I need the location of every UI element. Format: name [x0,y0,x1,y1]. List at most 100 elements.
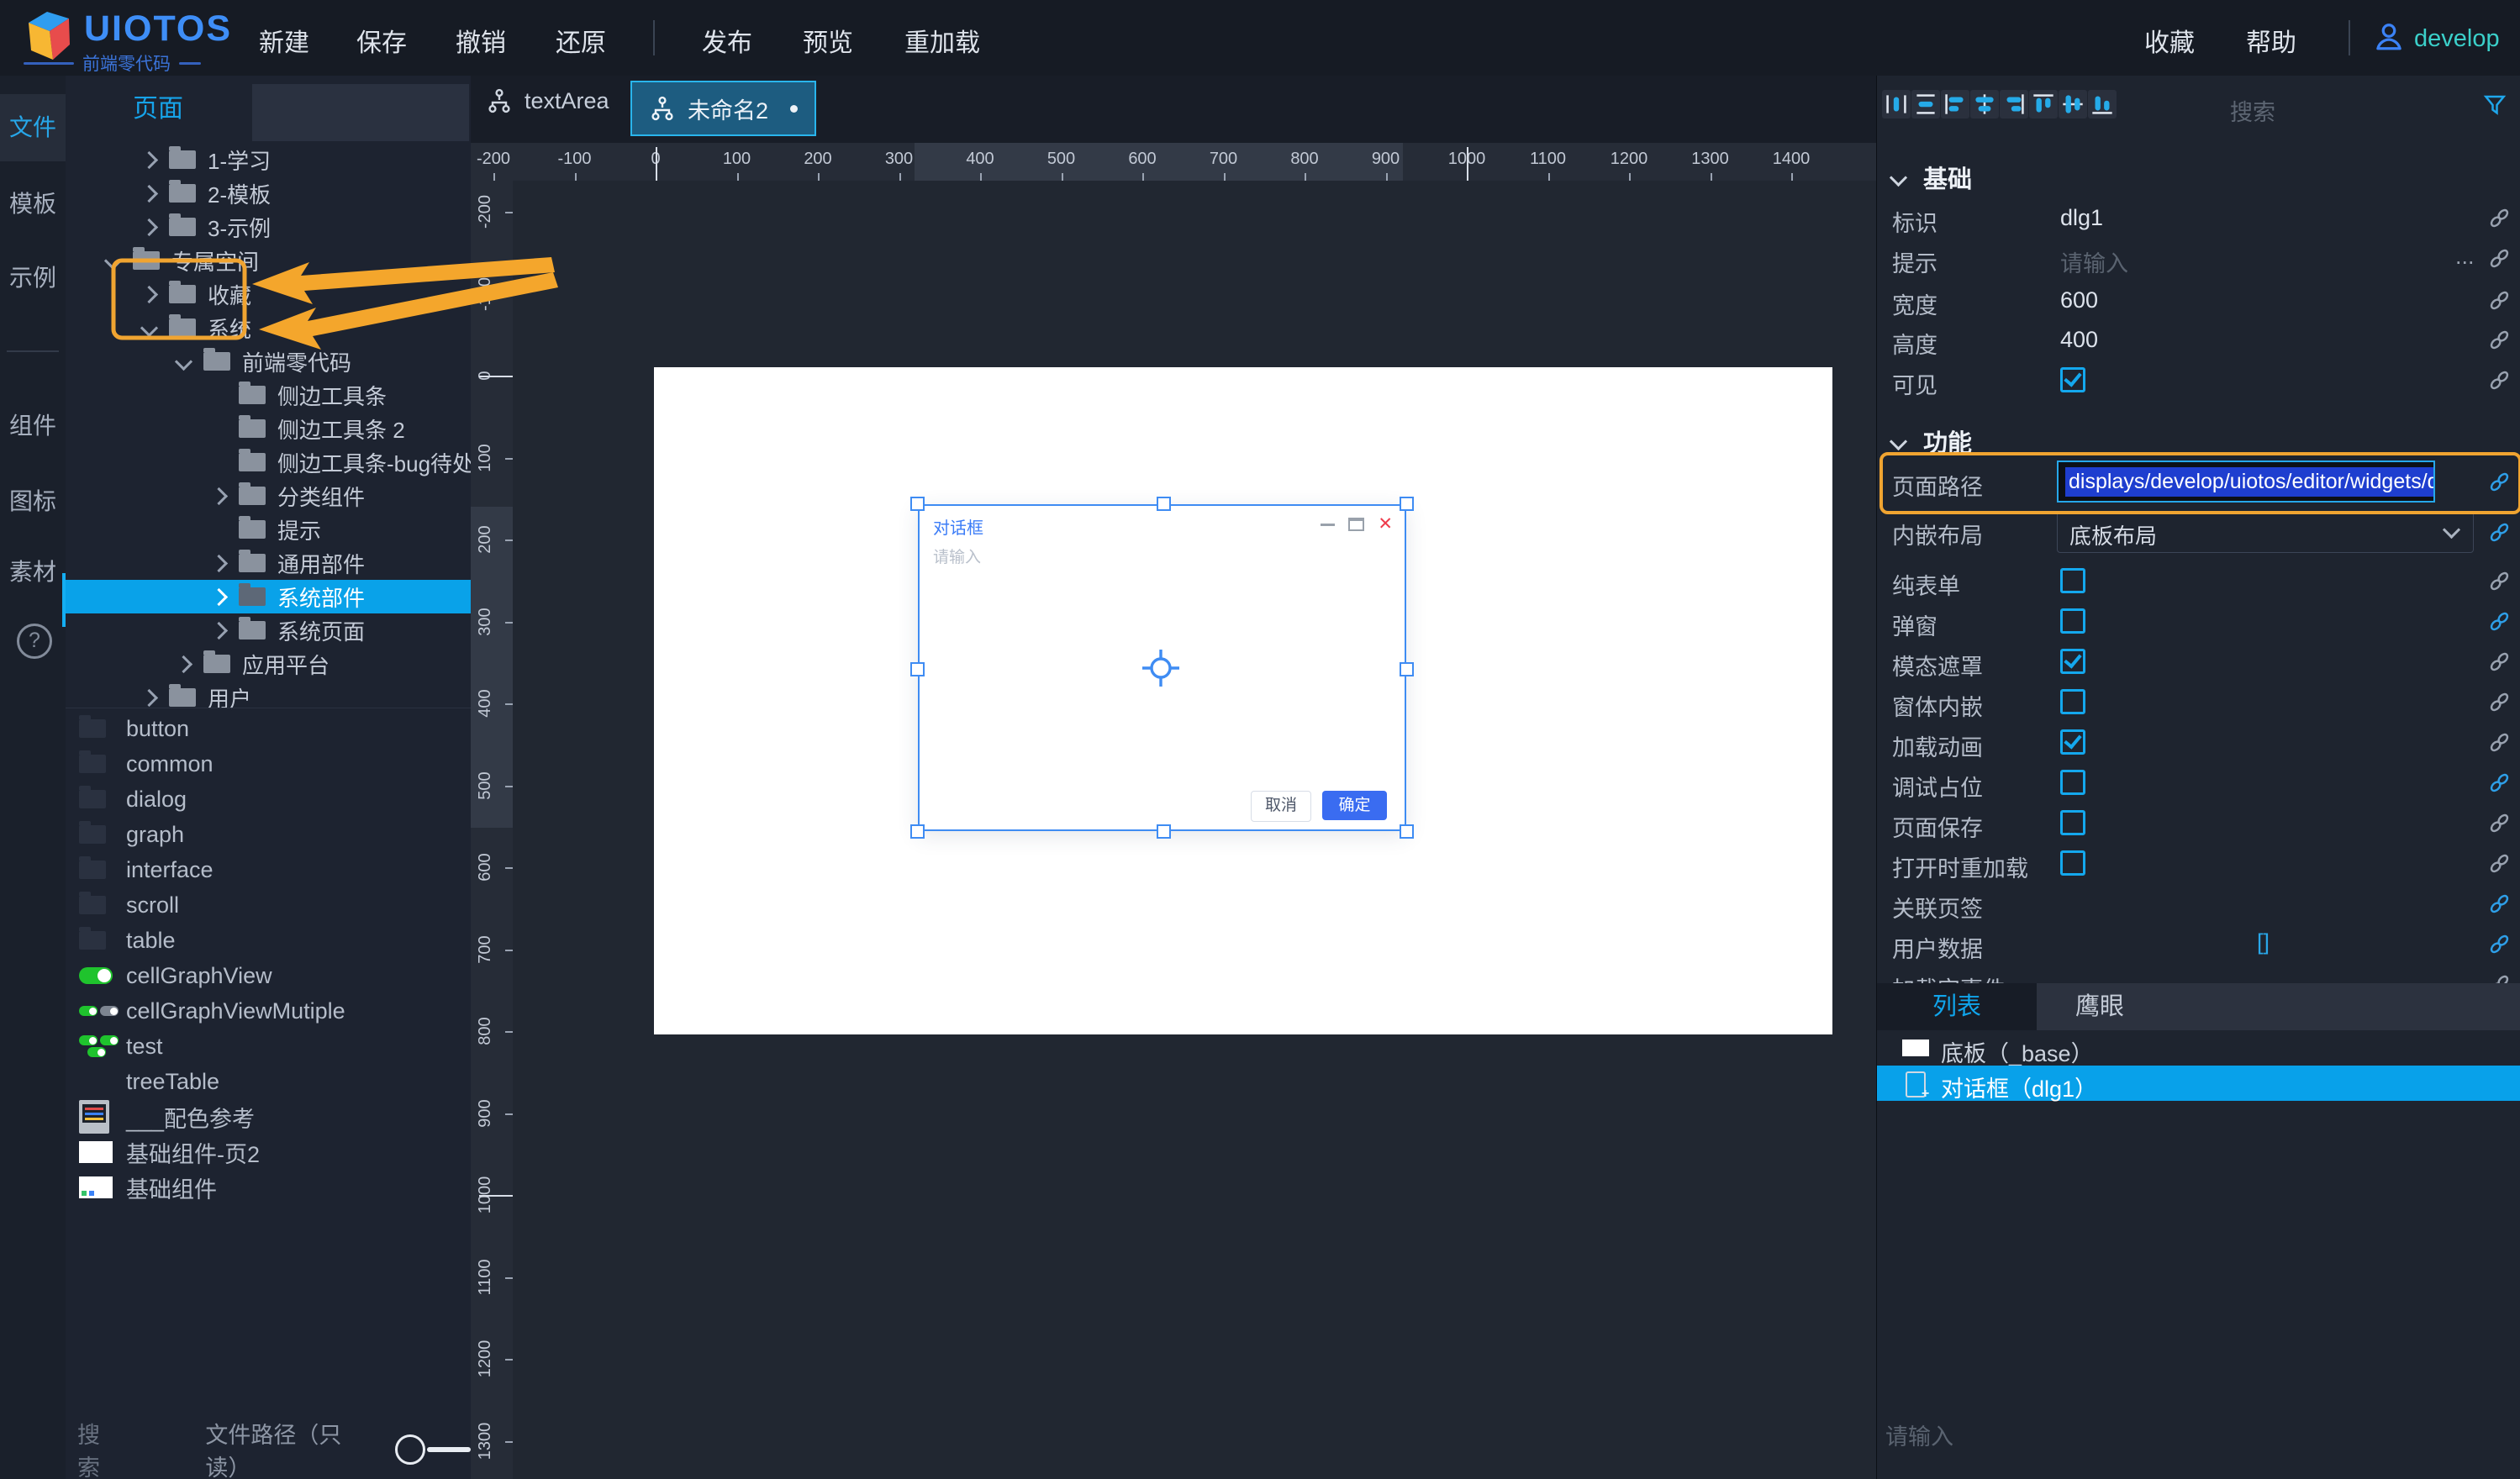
distribute-horizontal-icon[interactable] [1882,90,1911,118]
tab-list-active[interactable]: 列表 [1877,983,2037,1030]
align-top-icon[interactable] [2029,90,2058,118]
menu-preview[interactable]: 预览 [803,22,853,59]
sidebar-item-files[interactable]: 文件 [0,94,66,161]
ellipsis-button[interactable]: ... [2455,244,2475,270]
component-item[interactable]: graph [66,817,471,852]
layer-item-dialog-selected[interactable]: 对话框（dlg1） [1877,1066,2520,1101]
window-embed-checkbox[interactable] [2060,689,2085,714]
resize-handle-nw[interactable] [910,497,925,511]
component-item[interactable]: common [66,746,471,782]
component-item[interactable]: cellGraphView [66,958,471,993]
zoom-slider[interactable] [395,1434,471,1465]
resize-handle-e[interactable] [1400,662,1414,676]
height-value[interactable]: 400 [2060,327,2098,353]
align-center-vertical-icon[interactable] [2059,90,2087,118]
menu-undo[interactable]: 撤销 [456,22,506,59]
component-item[interactable]: dialog [66,782,471,817]
tree-item[interactable]: 提示 [66,513,471,546]
component-item[interactable]: ___配色参考 [66,1099,471,1134]
tree-item[interactable]: 2-模板 [66,176,471,210]
slider-knob[interactable] [395,1434,425,1465]
link-icon[interactable] [2488,207,2511,229]
layout-select[interactable]: 底板布局 [2057,511,2474,553]
menu-new[interactable]: 新建 [259,22,309,59]
page-save-checkbox[interactable] [2060,810,2085,835]
resize-handle-n[interactable] [1157,497,1171,511]
tree-item[interactable]: 1-学习 [66,143,471,176]
tree-search-label[interactable]: 搜索 [77,1417,113,1479]
chevron-right-icon[interactable] [140,150,158,168]
resize-handle-sw[interactable] [910,824,925,839]
link-icon[interactable] [2488,892,2511,915]
tree-item[interactable]: 侧边工具条-bug待处理 [66,445,471,479]
page-path-input[interactable]: displays/develop/uiotos/editor/widgets/d… [2057,461,2435,503]
link-icon[interactable] [2488,852,2511,875]
pure-form-checkbox[interactable] [2060,568,2085,593]
popup-checkbox[interactable] [2060,608,2085,634]
component-item[interactable]: treeTable [66,1064,471,1099]
chevron-right-icon[interactable] [210,554,228,571]
section-basic[interactable]: 基础 [1892,160,1972,195]
align-center-horizontal-icon[interactable] [1970,90,1999,118]
id-value[interactable]: dlg1 [2060,205,2103,231]
chevron-right-icon[interactable] [140,688,158,706]
design-canvas[interactable]: 对话框 ✕ 请输入 取消 确定 [513,181,1876,1479]
component-item[interactable]: 基础组件 [66,1170,471,1205]
sidebar-item-templates[interactable]: 模板 [0,186,66,219]
tab-textarea[interactable]: textArea [486,87,639,114]
tree-item-favorites[interactable]: 收藏 [66,277,471,311]
component-item[interactable]: button [66,711,471,746]
align-left-icon[interactable] [1941,90,1969,118]
tree-item[interactable]: 专属空间 [66,244,471,277]
maximize-icon[interactable] [1348,518,1364,531]
unsaved-dot-icon[interactable] [790,105,798,113]
component-item[interactable]: test [66,1029,471,1064]
reload-on-open-checkbox[interactable] [2060,850,2085,876]
tree-item-selected[interactable]: 系统部件 [66,580,471,613]
menu-reload[interactable]: 重加载 [904,22,980,59]
link-icon[interactable] [2488,771,2511,794]
ok-button[interactable]: 确定 [1322,791,1387,820]
tree-item[interactable]: 通用部件 [66,546,471,580]
dialog-widget[interactable]: 对话框 ✕ 请输入 取消 确定 [918,504,1406,831]
component-item[interactable]: 基础组件-页2 [66,1134,471,1170]
tab-unnamed2-active[interactable]: 未命名2 [630,81,816,136]
property-search-input[interactable]: 搜索 [2230,94,2275,127]
resize-handle-ne[interactable] [1400,497,1414,511]
component-item[interactable]: scroll [66,887,471,923]
close-icon[interactable]: ✕ [1378,516,1393,533]
link-icon[interactable] [2488,471,2511,493]
cancel-button[interactable]: 取消 [1251,791,1311,822]
tree-item[interactable]: 前端零代码 [66,345,471,378]
user-avatar-icon[interactable] [2372,20,2406,54]
tree-item[interactable]: 侧边工具条 [66,378,471,412]
tree-item[interactable]: 分类组件 [66,479,471,513]
chevron-right-icon[interactable] [175,655,192,672]
chevron-right-icon[interactable] [140,285,158,303]
chevron-right-icon[interactable] [140,218,158,235]
question-icon[interactable]: ? [17,624,52,659]
menu-save[interactable]: 保存 [356,22,407,59]
filter-icon[interactable] [2482,92,2507,118]
sidebar-item-icons[interactable]: 图标 [0,483,66,517]
tooltip-input[interactable]: 请输入 [2060,245,2128,278]
link-icon[interactable] [2488,610,2511,633]
resize-handle-s[interactable] [1157,824,1171,839]
slider-rail[interactable] [427,1447,471,1452]
align-bottom-icon[interactable] [2088,90,2117,118]
resize-handle-se[interactable] [1400,824,1414,839]
link-icon[interactable] [2488,731,2511,754]
layer-item-base[interactable]: 底板（_base） [1877,1030,2520,1066]
selected-widget[interactable]: 对话框 ✕ 请输入 取消 确定 [918,504,1406,831]
component-item[interactable]: table [66,923,471,958]
distribute-vertical-icon[interactable] [1911,90,1940,118]
width-value[interactable]: 600 [2060,287,2098,313]
chevron-down-icon[interactable] [1890,168,1907,186]
menu-redo[interactable]: 还原 [556,22,606,59]
chevron-down-icon[interactable] [175,352,192,370]
link-icon[interactable] [2488,329,2511,351]
link-icon[interactable] [2488,691,2511,713]
chevron-down-icon[interactable] [1890,432,1907,450]
sidebar-item-assets[interactable]: 素材 [0,554,66,587]
link-icon[interactable] [2488,369,2511,392]
